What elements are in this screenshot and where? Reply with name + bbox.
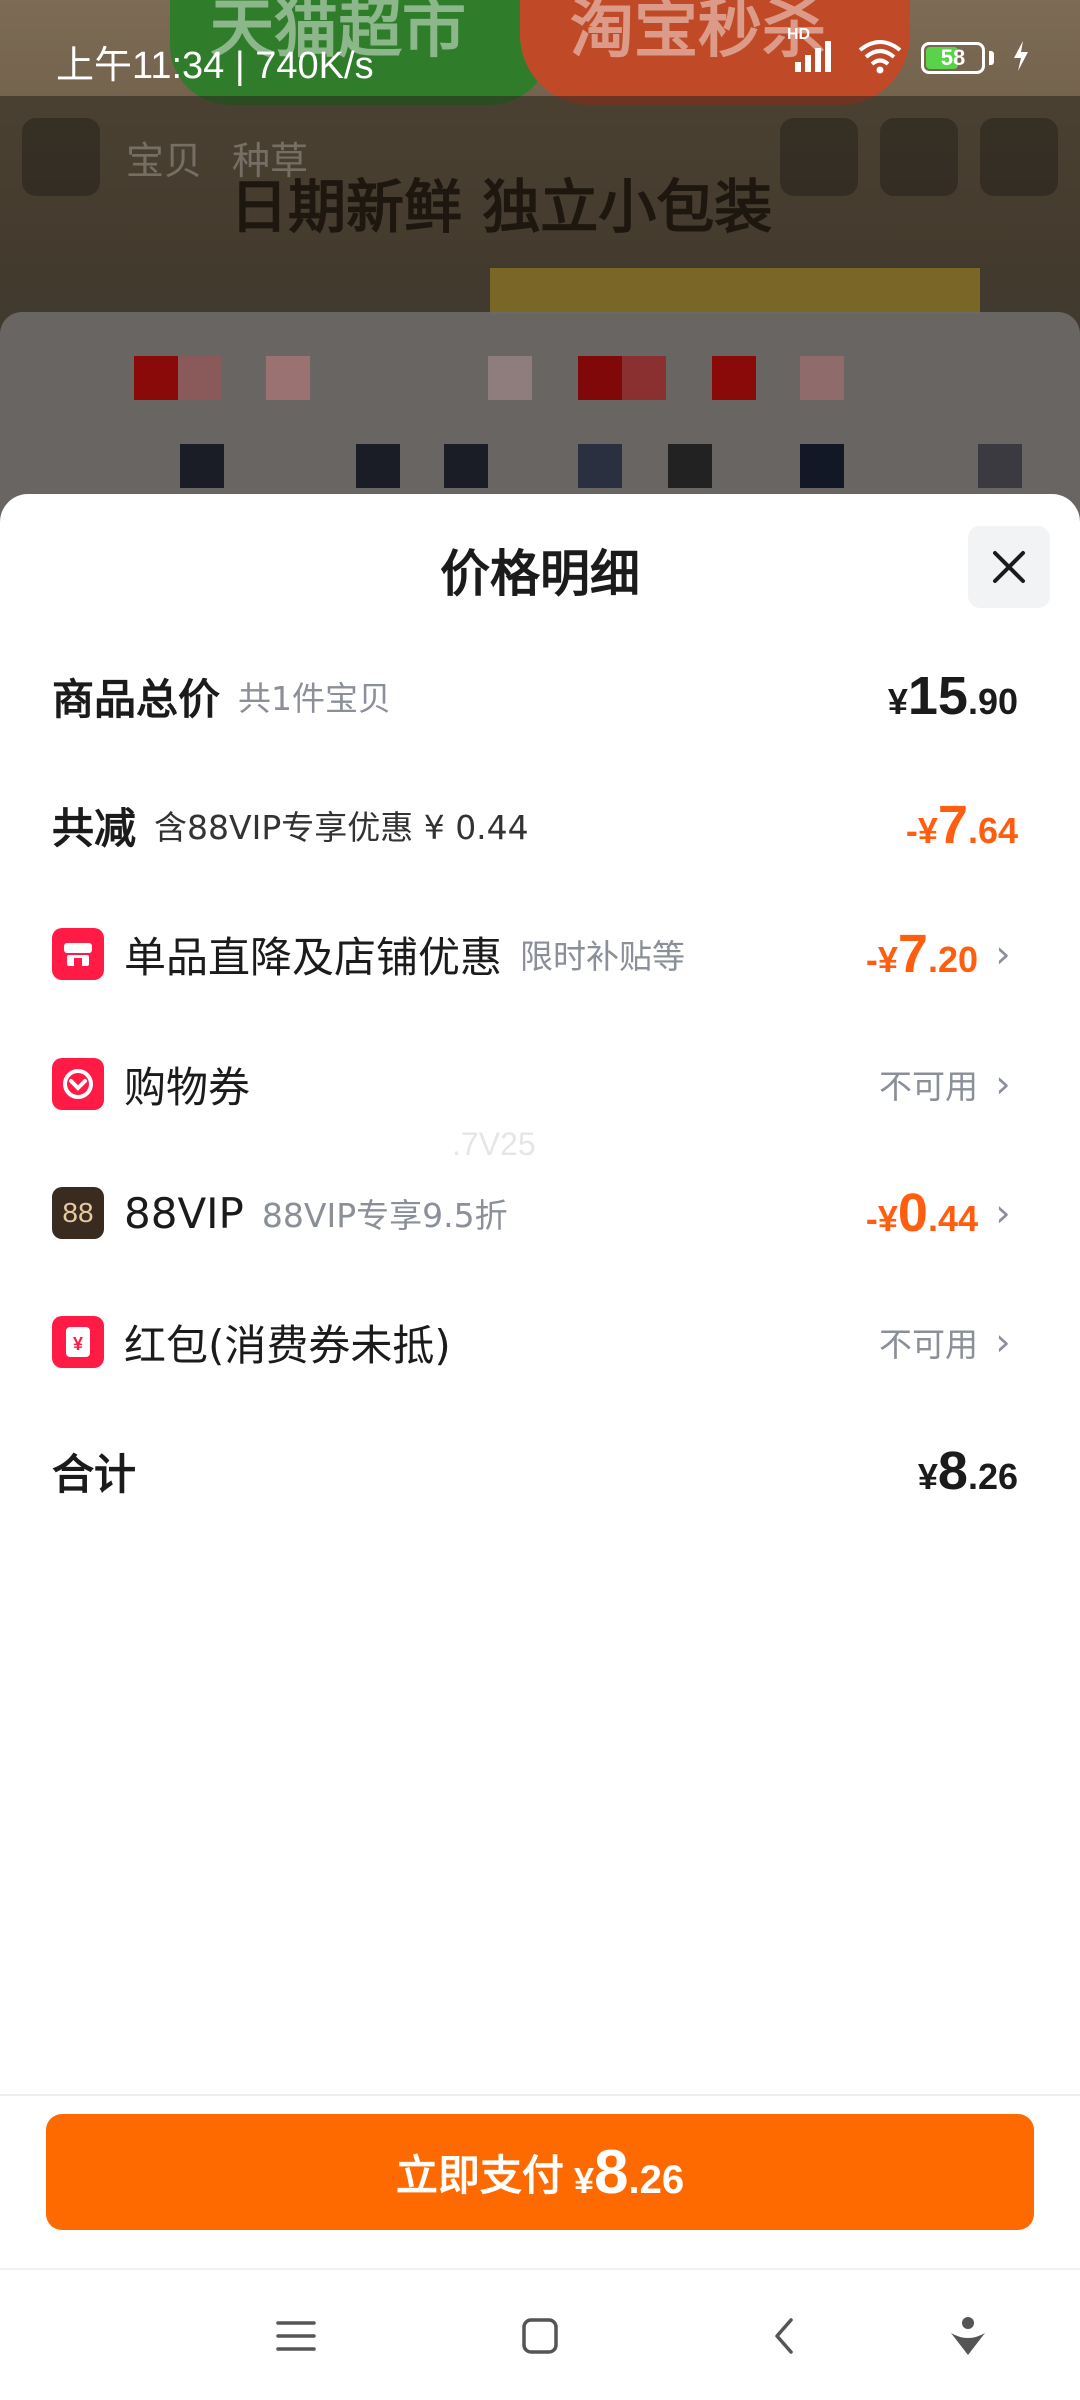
chevron-right-icon: › <box>995 1191 1011 1235</box>
home-button[interactable] <box>512 2308 568 2364</box>
signal-icon: HD <box>787 26 839 78</box>
row-88vip[interactable]: 88 88VIP 88VIP专享9.5折 -¥ 0.44 › <box>52 1178 1018 1248</box>
row-store-discount[interactable]: 单品直降及店铺优惠 限时补贴等 -¥ 7.20 › <box>52 919 1018 989</box>
close-button[interactable] <box>968 526 1050 608</box>
row-label: 单品直降及店铺优惠 <box>124 932 503 982</box>
row-grand-total: 合计 ¥8.26 <box>52 1436 1018 1506</box>
share-button-bg <box>780 118 858 196</box>
svg-text:¥: ¥ <box>73 1334 83 1354</box>
sku-swatches-bg <box>0 312 1080 520</box>
sheet-title: 价格明细 <box>440 545 640 603</box>
row-label: 88VIP <box>124 1188 244 1238</box>
menu-button[interactable] <box>268 2308 324 2364</box>
hd-label: HD <box>787 26 811 43</box>
total-discount-value: -¥ 7.64 <box>905 795 1018 855</box>
battery-level: 58 <box>940 45 966 70</box>
cart-button-bg <box>880 118 958 196</box>
wifi-icon <box>857 38 903 78</box>
row-label: 购物券 <box>124 1062 251 1112</box>
chevron-right-icon: › <box>995 932 1011 976</box>
charging-icon <box>1012 41 1030 75</box>
row-sub: 含88VIP专享优惠 ¥ 0.44 <box>154 808 529 847</box>
row-sub: 88VIP专享9.5折 <box>261 1196 508 1235</box>
pay-bar: 立即支付 ¥8.26 <box>0 2094 1080 2268</box>
store-icon <box>52 928 104 980</box>
row-label: 商品总价 <box>52 674 221 724</box>
back-icon <box>775 2318 793 2354</box>
menu-icon <box>276 2321 316 2351</box>
coupon-icon <box>52 1058 104 1110</box>
watermark: .7V25 <box>452 1126 536 1162</box>
red-packet-status: 不可用 <box>879 1325 978 1364</box>
row-red-packet[interactable]: ¥ 红包(消费券未抵) 不可用 › <box>52 1307 1018 1377</box>
goods-price-value: ¥15.90 <box>887 666 1018 726</box>
system-nav-bar <box>0 2268 1080 2400</box>
row-total-discount: 共减 含88VIP专享优惠 ¥ 0.44 -¥ 7.64 <box>52 790 1018 860</box>
vip88-icon: 88 <box>52 1187 104 1239</box>
coupon-status: 不可用 <box>879 1067 978 1106</box>
back-button[interactable] <box>756 2308 812 2364</box>
row-label: 共减 <box>52 803 137 853</box>
row-label: 红包(消费券未抵) <box>124 1320 451 1370</box>
assistant-icon <box>951 2317 985 2355</box>
battery-icon: 58 <box>921 42 985 74</box>
price-detail-sheet: 价格明细 商品总价 共1件宝贝 ¥15.90 共减 含88VIP专享优惠 ¥ 0… <box>0 494 1080 2274</box>
assistant-button[interactable] <box>940 2308 996 2364</box>
bg-headline: 日期新鲜 独立小包装 <box>230 173 773 241</box>
pay-now-button[interactable]: 立即支付 ¥8.26 <box>46 2114 1034 2230</box>
row-sub: 限时补贴等 <box>520 937 686 976</box>
chevron-right-icon: › <box>995 1062 1011 1106</box>
status-time-speed: 上午11:34 | 740K/s <box>56 45 374 87</box>
status-bar: 上午11:34 | 740K/s HD 58 <box>0 0 1080 96</box>
row-shopping-coupon[interactable]: 购物券 不可用 › <box>52 1049 1018 1119</box>
row-label: 合计 <box>52 1449 137 1499</box>
row-total-goods-price: 商品总价 共1件宝贝 ¥15.90 <box>52 661 1018 731</box>
home-icon <box>522 2318 558 2354</box>
pay-amount: ¥8.26 <box>573 2137 685 2207</box>
row-sub: 共1件宝贝 <box>238 679 392 718</box>
back-button-bg <box>22 118 100 196</box>
store-discount-value: -¥ 7.20 <box>865 924 978 984</box>
grand-total-value: ¥8.26 <box>917 1441 1018 1501</box>
vip-discount-value: -¥ 0.44 <box>865 1183 978 1243</box>
red-packet-icon: ¥ <box>52 1316 104 1368</box>
pay-label: 立即支付 <box>395 2150 564 2200</box>
chevron-right-icon: › <box>995 1320 1011 1364</box>
close-icon <box>993 551 1025 583</box>
more-button-bg <box>980 118 1058 196</box>
bg-tab-item: 宝贝 <box>126 139 203 183</box>
